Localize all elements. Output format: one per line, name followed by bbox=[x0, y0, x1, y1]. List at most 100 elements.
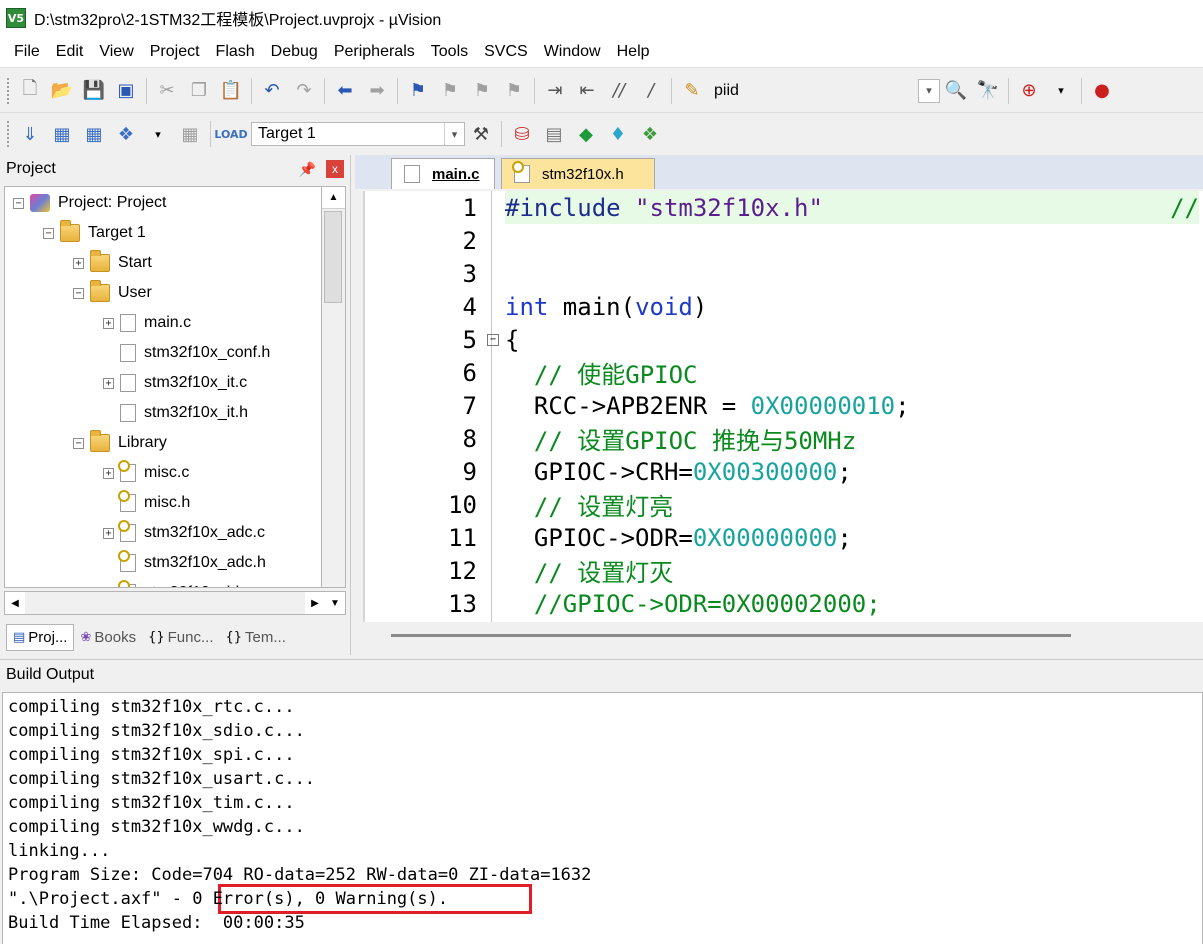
menu-window[interactable]: Window bbox=[536, 43, 609, 61]
clear-bookmarks-icon[interactable]: ⚑ bbox=[501, 78, 527, 104]
code-line[interactable]: 7 RCC->APB2ENR = 0X00000010; bbox=[365, 389, 1203, 422]
tree-item[interactable]: − Project: Project bbox=[13, 188, 166, 218]
tree-vertical-scrollbar[interactable]: ▲ bbox=[322, 186, 346, 588]
menu-file[interactable]: File bbox=[6, 43, 48, 61]
unindent-icon[interactable]: ⇤ bbox=[574, 78, 600, 104]
redo-icon[interactable]: ↷ bbox=[291, 78, 317, 104]
tree-item[interactable]: + stm32f10x_it.c bbox=[103, 368, 247, 398]
fold-collapse-icon[interactable]: − bbox=[487, 333, 499, 346]
download-icon[interactable]: LOAD bbox=[214, 121, 247, 147]
save-all-icon[interactable]: ▣ bbox=[113, 78, 139, 104]
select-packs-icon[interactable]: ♦ bbox=[605, 121, 631, 147]
menu-project[interactable]: Project bbox=[142, 43, 208, 61]
code-line[interactable]: 10 // 设置灯亮 bbox=[365, 488, 1203, 522]
close-panel-button[interactable]: x bbox=[326, 160, 344, 178]
menu-peripherals[interactable]: Peripherals bbox=[326, 43, 423, 61]
code-line[interactable]: 1 #include "stm32f10x.h"// bbox=[365, 191, 1203, 224]
menu-edit[interactable]: Edit bbox=[48, 43, 92, 61]
scrollbar-thumb[interactable] bbox=[324, 211, 342, 303]
stop-build-icon[interactable]: ▦ bbox=[177, 121, 203, 147]
expand-icon[interactable]: + bbox=[103, 467, 114, 479]
menu-tools[interactable]: Tools bbox=[423, 43, 476, 61]
manage-run-time-icon[interactable]: ◆ bbox=[573, 121, 599, 147]
cut-icon[interactable]: ✂ bbox=[154, 78, 180, 104]
build-icon[interactable]: ▦ bbox=[49, 121, 75, 147]
file-extensions-icon[interactable]: ▤ bbox=[541, 121, 567, 147]
batch-build-icon[interactable]: ❖ bbox=[113, 121, 139, 147]
code-line[interactable]: 12 // 设置灯灭 bbox=[365, 554, 1203, 588]
target-options-icon[interactable]: ⚒ bbox=[468, 121, 494, 147]
code-line[interactable]: 3 bbox=[365, 257, 1203, 290]
indent-icon[interactable]: ⇥ bbox=[542, 78, 568, 104]
expand-icon[interactable]: + bbox=[103, 317, 114, 329]
prev-bookmark-icon[interactable]: ⚑ bbox=[437, 78, 463, 104]
scrollbar-thumb[interactable] bbox=[391, 633, 1071, 637]
uncomment-icon[interactable]: / bbox=[638, 78, 664, 104]
tab-project[interactable]: ▤ Proj... bbox=[6, 623, 75, 651]
tree-item[interactable]: + misc.c bbox=[103, 458, 189, 488]
copy-icon[interactable]: ❐ bbox=[186, 78, 212, 104]
debug-dropdown-icon[interactable]: ▾ bbox=[1048, 78, 1074, 104]
code-line[interactable]: 2 bbox=[365, 224, 1203, 257]
breakpoint-icon[interactable]: ● bbox=[1089, 78, 1115, 104]
code-line[interactable]: 6 // 使能GPIOC bbox=[365, 356, 1203, 390]
comment-icon[interactable]: // bbox=[606, 78, 632, 104]
undo-icon[interactable]: ↶ bbox=[259, 78, 285, 104]
menu-flash[interactable]: Flash bbox=[208, 43, 263, 61]
code-line[interactable]: 5−{ bbox=[365, 323, 1203, 356]
open-folder-icon[interactable]: 📂 bbox=[49, 78, 75, 104]
menu-debug[interactable]: Debug bbox=[263, 43, 326, 61]
build-output-text[interactable]: compiling stm32f10x_rtc.c... compiling st… bbox=[2, 692, 1203, 944]
expand-icon[interactable]: + bbox=[103, 527, 114, 539]
toolbar-grip[interactable] bbox=[6, 120, 10, 148]
scroll-up-icon[interactable]: ▲ bbox=[322, 187, 345, 209]
code-line[interactable]: 9 GPIOC->CRH=0X00300000; bbox=[365, 455, 1203, 488]
tree-item[interactable]: − Target 1 bbox=[43, 218, 146, 248]
tab-books[interactable]: ❀ Books bbox=[74, 625, 142, 650]
menu-help[interactable]: Help bbox=[609, 43, 658, 61]
editor-horizontal-scrollbar[interactable] bbox=[363, 622, 1203, 648]
pin-icon[interactable]: 📌 bbox=[299, 161, 316, 178]
rebuild-icon[interactable]: ▦ bbox=[81, 121, 107, 147]
navigate-forward-icon[interactable]: ➡ bbox=[364, 78, 390, 104]
tree-item[interactable]: misc.h bbox=[103, 488, 190, 518]
collapse-icon[interactable]: − bbox=[43, 227, 54, 239]
collapse-icon[interactable]: − bbox=[73, 437, 84, 449]
paste-icon[interactable]: 📋 bbox=[218, 78, 244, 104]
tab-functions[interactable]: {} Func... bbox=[142, 625, 219, 650]
find-icon[interactable]: 🔭 bbox=[975, 78, 1001, 104]
bookmark-icon[interactable]: ⚑ bbox=[405, 78, 431, 104]
expand-icon[interactable]: + bbox=[103, 377, 114, 389]
code-line[interactable]: 13 //GPIOC->ODR=0X00002000; bbox=[365, 587, 1203, 620]
editor-tab-stm32f10x-h[interactable]: stm32f10x.h bbox=[501, 158, 655, 189]
tree-item[interactable]: stm32f10x_it.h bbox=[103, 398, 248, 428]
batch-dropdown-icon[interactable]: ▾ bbox=[145, 121, 171, 147]
debug-session-icon[interactable]: ⊕ bbox=[1016, 78, 1042, 104]
collapse-icon[interactable]: − bbox=[73, 287, 84, 299]
scroll-left-icon[interactable]: ◀ bbox=[5, 592, 25, 614]
target-select[interactable]: Target 1 ▾ bbox=[251, 122, 465, 146]
toolbar-grip[interactable] bbox=[6, 76, 10, 105]
tree-item[interactable]: + main.c bbox=[103, 308, 191, 338]
translate-icon[interactable]: ⇓ bbox=[17, 121, 43, 147]
navigate-back-icon[interactable]: ⬅ bbox=[332, 78, 358, 104]
tree-item[interactable]: + stm32f10x_bkp.c bbox=[103, 578, 265, 589]
expand-icon[interactable]: + bbox=[103, 588, 114, 589]
code-line[interactable]: 11 GPIOC->ODR=0X00000000; bbox=[365, 521, 1203, 554]
tree-horizontal-scrollbar[interactable]: ◀ ▶ ▼ bbox=[4, 591, 346, 615]
new-file-icon[interactable]: 🗋 bbox=[17, 78, 43, 104]
find-dropdown[interactable]: ▾ bbox=[918, 78, 940, 103]
tree-item[interactable]: − User bbox=[73, 278, 152, 308]
tree-item[interactable]: + Start bbox=[73, 248, 152, 278]
tree-item[interactable]: stm32f10x_conf.h bbox=[103, 338, 270, 368]
find-in-files-icon[interactable]: ✎ bbox=[679, 78, 705, 104]
incremental-find-icon[interactable]: 🔍 bbox=[943, 78, 969, 104]
scroll-right-icon[interactable]: ▶ bbox=[305, 592, 325, 614]
save-icon[interactable]: 💾 bbox=[81, 78, 107, 104]
collapse-icon[interactable]: − bbox=[13, 197, 24, 209]
tree-item[interactable]: + stm32f10x_adc.c bbox=[103, 518, 265, 548]
code-editor[interactable]: 1 #include "stm32f10x.h"// 2 3 4 int main(voi… bbox=[363, 191, 1203, 622]
menu-view[interactable]: View bbox=[91, 43, 141, 61]
expand-icon[interactable]: + bbox=[73, 257, 84, 269]
menu-svcs[interactable]: SVCS bbox=[476, 43, 536, 61]
